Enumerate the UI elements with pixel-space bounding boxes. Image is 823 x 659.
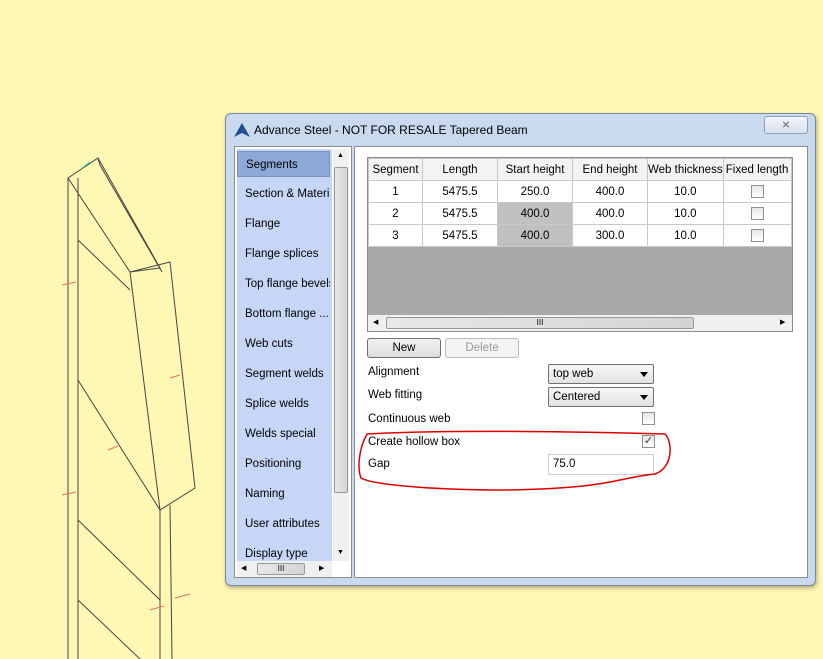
nav-item[interactable]: User attributes [237, 511, 330, 537]
column-header[interactable]: Length [422, 158, 498, 181]
column-header[interactable]: End height [572, 158, 648, 181]
alignment-select[interactable]: top web [548, 364, 654, 384]
chevron-down-icon [640, 395, 648, 400]
table-cell[interactable]: 2 [368, 202, 423, 225]
continuous-web-label: Continuous web [368, 413, 451, 425]
table-cell[interactable]: 10.0 [647, 224, 724, 247]
table-cell[interactable]: 3 [368, 224, 423, 247]
delete-button[interactable]: Delete [445, 338, 519, 358]
nav-item[interactable]: Segments [237, 151, 330, 177]
red-annotation-outline [358, 430, 671, 491]
column-header[interactable]: Web thickness [647, 158, 724, 181]
nav-horizontal-scrollbar[interactable]: ◀ III ▶ [237, 561, 332, 577]
nav-item[interactable]: Bottom flange ... [237, 301, 330, 327]
tapered-beam-dialog: Advance Steel - NOT FOR RESALE Tapered B… [225, 113, 816, 586]
column-header[interactable]: Start height [497, 158, 573, 181]
fixed-length-checkbox-cell[interactable] [722, 202, 792, 225]
continuous-web-checkbox[interactable] [642, 412, 655, 425]
alignment-value: top web [553, 368, 594, 380]
nav-item[interactable]: Flange splices [237, 241, 330, 267]
nav-item[interactable]: Section & Material [237, 181, 330, 207]
nav-item[interactable]: Web cuts [237, 331, 330, 357]
nav-item[interactable]: Top flange bevels [237, 271, 330, 297]
table-cell[interactable]: 5475.5 [422, 180, 498, 203]
table-cell[interactable]: 10.0 [647, 202, 724, 225]
alignment-label: Alignment [368, 366, 420, 378]
table-cell[interactable]: 10.0 [647, 180, 724, 203]
scroll-right-icon[interactable]: ▶ [319, 564, 324, 572]
scroll-thumb[interactable]: III [386, 317, 694, 329]
table-cell[interactable]: 400.0 [572, 180, 648, 203]
nav-item[interactable]: Positioning [237, 451, 330, 477]
web-fitting-select[interactable]: Centered [548, 387, 654, 407]
fixed-length-checkbox-cell[interactable] [722, 224, 792, 247]
advance-steel-logo-icon [234, 123, 250, 137]
table-cell[interactable]: 400.0 [497, 224, 573, 247]
dialog-title: Advance Steel - NOT FOR RESALE Tapered B… [254, 123, 528, 137]
segments-panel: Segment Length Start height End height Web t… [354, 146, 808, 578]
nav-panel: Segments Section & Material Flange Flange s… [234, 146, 352, 578]
table-cell[interactable]: 400.0 [572, 202, 648, 225]
web-fitting-label: Web fitting [368, 389, 423, 401]
table-cell[interactable]: 5475.5 [422, 202, 498, 225]
column-header[interactable]: Segment [368, 158, 423, 181]
table-row[interactable]: 1 5475.5 250.0 400.0 10.0 [368, 180, 792, 203]
nav-item[interactable]: Splice welds [237, 391, 330, 417]
table-row[interactable]: 2 5475.5 400.0 400.0 10.0 [368, 202, 792, 225]
web-fitting-value: Centered [553, 391, 601, 403]
fixed-length-checkbox[interactable] [750, 229, 764, 242]
fixed-length-checkbox[interactable] [750, 207, 764, 220]
nav-list: Segments Section & Material Flange Flange s… [237, 149, 332, 561]
scroll-thumb[interactable]: III [257, 563, 305, 575]
table-cell[interactable]: 400.0 [497, 202, 573, 225]
segments-table: Segment Length Start height End height Web t… [368, 158, 792, 247]
scroll-left-icon[interactable]: ◀ [373, 318, 378, 326]
nav-item[interactable]: Flange [237, 211, 330, 237]
scroll-right-icon[interactable]: ▶ [780, 318, 785, 326]
fixed-length-checkbox[interactable] [750, 185, 764, 198]
scroll-left-icon[interactable]: ◀ [241, 564, 246, 572]
nav-item[interactable]: Segment welds [237, 361, 330, 387]
table-cell[interactable]: 5475.5 [422, 224, 498, 247]
table-row[interactable]: 3 5475.5 400.0 300.0 10.0 [368, 224, 792, 247]
table-cell[interactable]: 250.0 [497, 180, 573, 203]
nav-item[interactable]: Naming [237, 481, 330, 507]
chevron-down-icon [640, 372, 648, 377]
nav-item[interactable]: Welds special [237, 421, 330, 447]
scroll-down-icon[interactable]: ▼ [337, 549, 344, 556]
scroll-up-icon[interactable]: ▲ [337, 152, 344, 159]
close-button[interactable]: ⨯ [764, 116, 808, 134]
column-header[interactable]: Fixed length [722, 158, 792, 181]
table-cell[interactable]: 1 [368, 180, 423, 203]
nav-vertical-scrollbar[interactable]: ▲ ▼ [333, 149, 349, 561]
grid-horizontal-scrollbar[interactable]: ◀ III ▶ [368, 315, 792, 331]
table-cell[interactable]: 300.0 [572, 224, 648, 247]
fixed-length-checkbox-cell[interactable] [722, 180, 792, 203]
segments-grid: Segment Length Start height End height Web t… [367, 157, 793, 332]
new-button[interactable]: New [367, 338, 441, 358]
scroll-thumb[interactable] [334, 167, 348, 493]
